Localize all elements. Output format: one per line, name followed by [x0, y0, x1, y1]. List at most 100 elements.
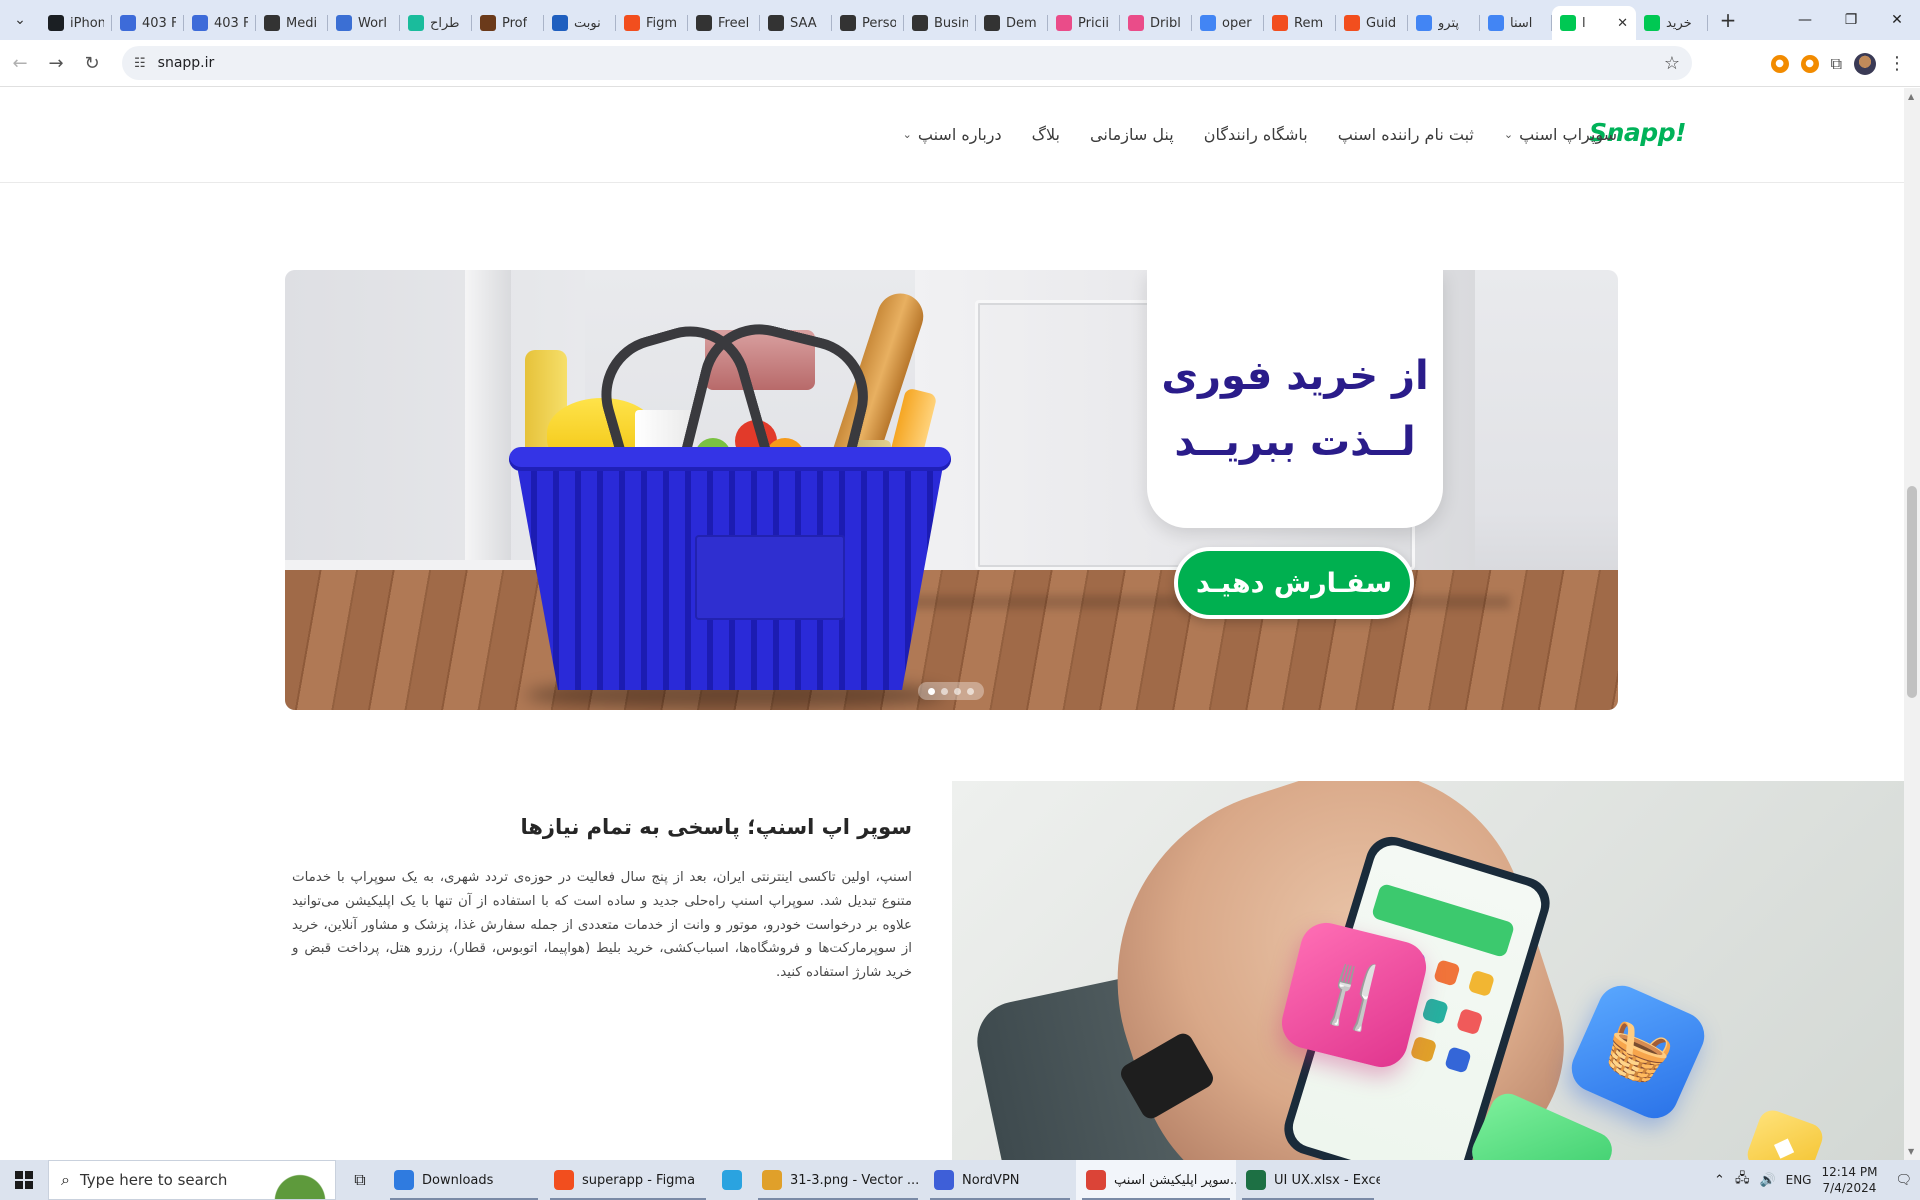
browser-tab[interactable]: 403 F [184, 6, 256, 40]
tab-title: SAA [790, 15, 817, 31]
tab-title: Worl [358, 15, 388, 31]
browser-tab[interactable]: Perso [832, 6, 904, 40]
telegram-icon [722, 1170, 742, 1190]
reload-button[interactable]: ↻ [74, 45, 110, 81]
nav-item[interactable]: بلاگ [1017, 120, 1075, 148]
nav-item-label: سوپراپ اسنپ [1519, 124, 1617, 144]
browser-tab[interactable]: Freel [688, 6, 760, 40]
hero-banner[interactable]: از خرید فوری لــذت ببریــد سفـارش دهیـد [285, 270, 1618, 710]
nav-item-label: درباره اسنپ [917, 124, 1002, 144]
browser-tab[interactable]: طراح [400, 6, 472, 40]
extensions-puzzle-icon[interactable]: ⧉ [1831, 54, 1842, 74]
tab-title: خرید [1666, 15, 1692, 31]
nav-item[interactable]: درباره اسنپ ⌄ [888, 120, 1017, 148]
nav-item-label: پنل سازمانی [1089, 124, 1174, 144]
network-icon[interactable]: 🖧 [1735, 1169, 1750, 1191]
slider-dot[interactable] [928, 687, 935, 695]
browser-tab[interactable]: Prof [472, 6, 544, 40]
browser-tab[interactable]: Worl [328, 6, 400, 40]
slider-dot[interactable] [954, 687, 961, 695]
tray-overflow-chevron-icon[interactable]: ⌃ [1714, 1173, 1725, 1188]
browser-tab[interactable]: خرید [1636, 6, 1708, 40]
nav-item[interactable]: ثبت نام راننده اسنپ [1323, 120, 1489, 148]
clock-time: 12:14 PM [1821, 1165, 1878, 1179]
portfolio-icon [480, 15, 496, 31]
nav-item[interactable]: سوپراپ اسنپ ⌄ [1489, 120, 1632, 148]
browser-tab[interactable]: SAA [760, 6, 832, 40]
browser-tab[interactable]: Dribl [1120, 6, 1192, 40]
address-bar[interactable]: ☷ snapp.ir ☆ [122, 46, 1692, 80]
taskbar-app[interactable]: NordVPN [924, 1160, 1076, 1200]
browser-tab[interactable]: نوبت [544, 6, 616, 40]
browser-tab[interactable]: oper [1192, 6, 1264, 40]
browser-tab[interactable]: اسنا [1480, 6, 1552, 40]
globe-icon [984, 15, 1000, 31]
browser-tab[interactable]: Pricii [1048, 6, 1120, 40]
nav-item[interactable]: باشگاه رانندگان [1189, 120, 1323, 148]
search-highlight-image [265, 1165, 335, 1199]
taskbar-app[interactable]: Downloads [384, 1160, 544, 1200]
task-view-icon[interactable]: ⧉ [336, 1160, 384, 1200]
back-button[interactable]: ← [2, 45, 38, 81]
volume-icon[interactable]: 🔊 [1759, 1173, 1775, 1188]
search-placeholder: Type here to search [79, 1171, 228, 1189]
scroll-up-arrow-icon[interactable]: ▲ [1908, 92, 1914, 101]
tab-title: ا [1582, 15, 1586, 31]
tab-title: Freel [718, 15, 750, 31]
clock[interactable]: 12:14 PM 7/4/2024 [1821, 1164, 1877, 1196]
taskbar-app[interactable] [712, 1160, 752, 1200]
browser-tab[interactable]: iPhon [40, 6, 112, 40]
taskbar-app[interactable]: سوپر اپلیکیشن اسنپ... [1076, 1160, 1236, 1200]
browser-tab[interactable]: Rem [1264, 6, 1336, 40]
tab-title: طراح [430, 15, 460, 31]
scroll-down-arrow-icon[interactable]: ▼ [1908, 1147, 1914, 1156]
start-button[interactable] [0, 1160, 48, 1200]
nav-item[interactable]: پنل سازمانی [1075, 120, 1189, 148]
site-info-icon[interactable]: ☷ [134, 56, 146, 71]
windows-taskbar: ⌕ Type here to search ⧉ Downloads superap… [0, 1160, 1920, 1200]
superapp-section-description: اسنپ، اولین تاکسی اینترنتی ایران، بعد از… [292, 870, 912, 981]
close-window-button[interactable]: ✕ [1874, 0, 1920, 40]
figma-icon [624, 15, 640, 31]
order-now-button[interactable]: سفـارش دهیـد [1174, 547, 1414, 619]
taskbar-app[interactable]: 31-3.png - Vector ... [752, 1160, 924, 1200]
profile-avatar[interactable] [1854, 52, 1876, 75]
extension-badge-icon[interactable]: ● [1800, 54, 1819, 73]
browser-tab[interactable]: 403 F [112, 6, 184, 40]
browser-tab[interactable]: Medi [256, 6, 328, 40]
taskbar-search-box[interactable]: ⌕ Type here to search [48, 1160, 336, 1200]
minimize-button[interactable]: — [1782, 0, 1828, 40]
taskbar-app-label: UI UX.xlsx - Excel [1274, 1172, 1380, 1188]
scrollbar-thumb[interactable] [1907, 486, 1917, 698]
shopping-basket-icon [509, 447, 951, 690]
forward-button[interactable]: → [38, 45, 74, 81]
browser-tab[interactable]: Dem [976, 6, 1048, 40]
tab-search-chevron-icon[interactable]: ⌄ [0, 0, 40, 40]
notifications-icon[interactable]: 🗨 [1895, 1173, 1912, 1188]
browser-tab[interactable]: پترو [1408, 6, 1480, 40]
browser-tab[interactable]: ا ✕ [1552, 6, 1636, 40]
close-tab-icon[interactable]: ✕ [1617, 16, 1628, 31]
browser-tab[interactable]: Guid [1336, 6, 1408, 40]
extension-badge-icon[interactable]: ● [1770, 54, 1789, 73]
new-tab-button[interactable]: + [1712, 4, 1744, 36]
medium-icon [264, 15, 280, 31]
taskbar-app[interactable]: UI UX.xlsx - Excel [1236, 1160, 1380, 1200]
restore-button[interactable]: ❐ [1828, 0, 1874, 40]
language-indicator[interactable]: ENG [1786, 1173, 1812, 1187]
booking-icon [552, 15, 568, 31]
browser-tab[interactable]: Busin [904, 6, 976, 40]
bookmark-star-icon[interactable]: ☆ [1652, 46, 1692, 80]
app-tile-icon [1421, 997, 1449, 1025]
tab-title: Rem [1294, 15, 1324, 31]
slider-dot[interactable] [967, 687, 974, 695]
slider-dot[interactable] [941, 687, 948, 695]
page-scrollbar[interactable]: ▲ ▼ [1904, 88, 1920, 1160]
page-viewport: Snapp! سوپراپ اسنپ ⌄ ثبت نام راننده اسنپ با… [0, 88, 1904, 1160]
taskbar-app[interactable]: superapp - Figma [544, 1160, 712, 1200]
tab-title: Busin [934, 15, 968, 31]
browser-tab[interactable]: Figm [616, 6, 688, 40]
browser-menu-icon[interactable]: ⋮ [1888, 53, 1906, 74]
dribbble-icon [1128, 15, 1144, 31]
nav-item-label: ثبت نام راننده اسنپ [1337, 124, 1474, 144]
